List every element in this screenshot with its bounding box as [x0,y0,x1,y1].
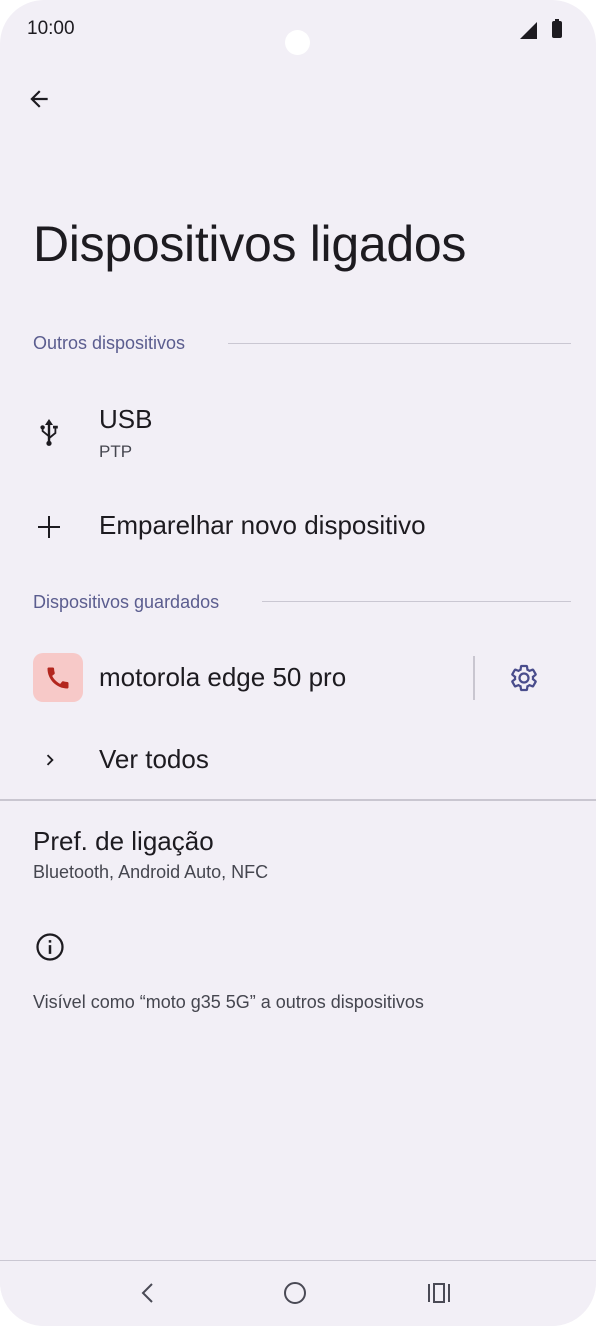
usb-title: USB [99,404,153,434]
home-circle-icon [284,1282,306,1304]
vertical-divider [473,656,475,700]
plus-icon [36,514,62,540]
gear-icon [511,664,537,692]
navigation-bar [0,1260,596,1326]
screen: 10:00 Dispositivos ligados Outros dispos… [0,0,596,1326]
back-button[interactable] [20,80,58,118]
connection-preferences-subtitle: Bluetooth, Android Auto, NFC [33,862,269,882]
nav-recents-button[interactable] [417,1273,461,1313]
visibility-info-text: Visível como “moto g35 5G” a outros disp… [33,992,424,1012]
signal-icon [520,22,537,39]
page-title: Dispositivos ligados [33,216,467,272]
chevron-left-icon [141,1283,153,1303]
section-divider [262,601,571,602]
status-time: 10:00 [27,18,75,39]
nav-back-button[interactable] [126,1273,170,1313]
usb-row[interactable]: USB PTP [0,390,596,476]
section-header-other: Outros dispositivos [33,333,186,353]
usb-subtitle: PTP [99,442,133,461]
section-header-saved: Dispositivos guardados [33,592,220,612]
device-icon-chip [33,653,83,702]
see-all-row[interactable]: Ver todos [0,730,596,790]
pair-new-device-title: Emparelhar novo dispositivo [99,510,426,540]
battery-icon [552,19,562,38]
phone-icon [47,667,69,688]
pair-new-device-row[interactable]: Emparelhar novo dispositivo [0,498,596,558]
connection-preferences-title[interactable]: Pref. de ligação [33,826,214,857]
section-divider [228,343,571,344]
recents-icon [428,1283,450,1303]
device-settings-button[interactable] [504,658,544,698]
info-icon [36,933,64,961]
chevron-right-icon [38,748,62,772]
usb-icon [36,418,62,448]
nav-home-button[interactable] [273,1273,317,1313]
see-all-label: Ver todos [99,744,209,774]
saved-device-name: motorola edge 50 pro [99,662,347,692]
camera-cutout [285,30,310,55]
divider [0,799,596,801]
arrow-back-icon [30,90,48,108]
